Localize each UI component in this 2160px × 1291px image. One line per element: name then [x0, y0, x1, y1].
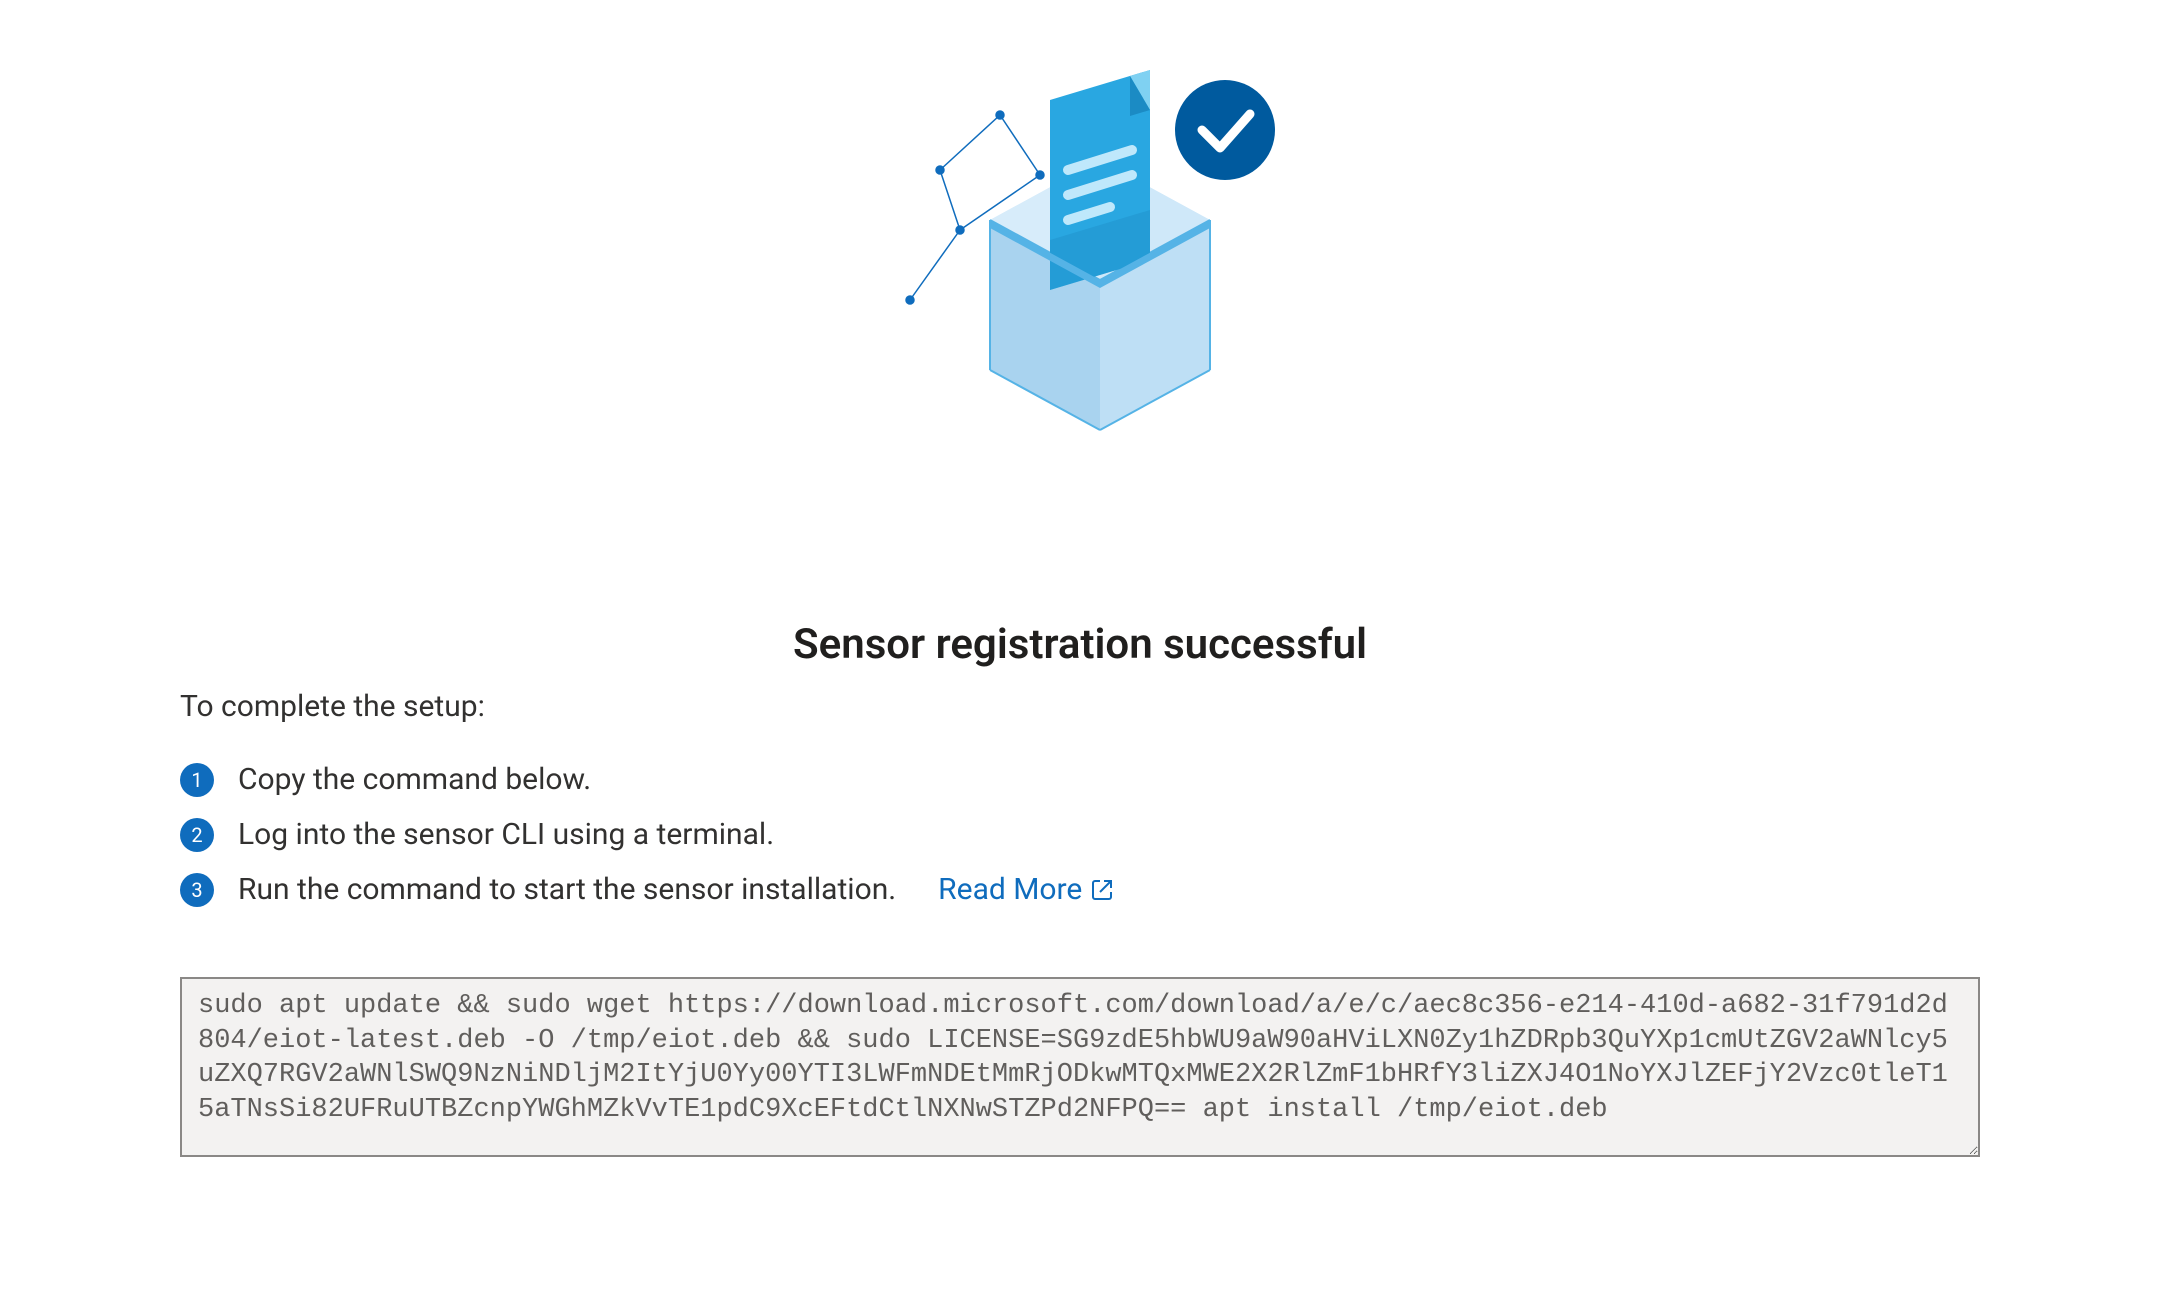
step-3-bullet: 3 [180, 873, 214, 907]
setup-instructions: To complete the setup: 1 Copy the comman… [180, 689, 1980, 1161]
setup-subtitle: To complete the setup: [180, 689, 1980, 724]
read-more-label: Read More [938, 872, 1082, 907]
registration-success-panel: Sensor registration successful To comple… [0, 60, 2160, 1161]
step-1: 1 Copy the command below. [180, 762, 1980, 797]
read-more-link[interactable]: Read More [938, 872, 1114, 907]
step-2-text: Log into the sensor CLI using a terminal… [238, 817, 774, 852]
step-2-bullet: 2 [180, 818, 214, 852]
page-title: Sensor registration successful [793, 620, 1367, 669]
steps-list: 1 Copy the command below. 2 Log into the… [180, 762, 1980, 907]
open-in-new-icon [1090, 878, 1114, 902]
install-command-textarea[interactable] [180, 977, 1980, 1157]
step-1-text: Copy the command below. [238, 762, 591, 797]
step-2: 2 Log into the sensor CLI using a termin… [180, 817, 1980, 852]
step-1-bullet: 1 [180, 763, 214, 797]
step-3-text: Run the command to start the sensor inst… [238, 872, 896, 907]
step-3: 3 Run the command to start the sensor in… [180, 872, 1980, 907]
success-illustration [870, 60, 1290, 500]
